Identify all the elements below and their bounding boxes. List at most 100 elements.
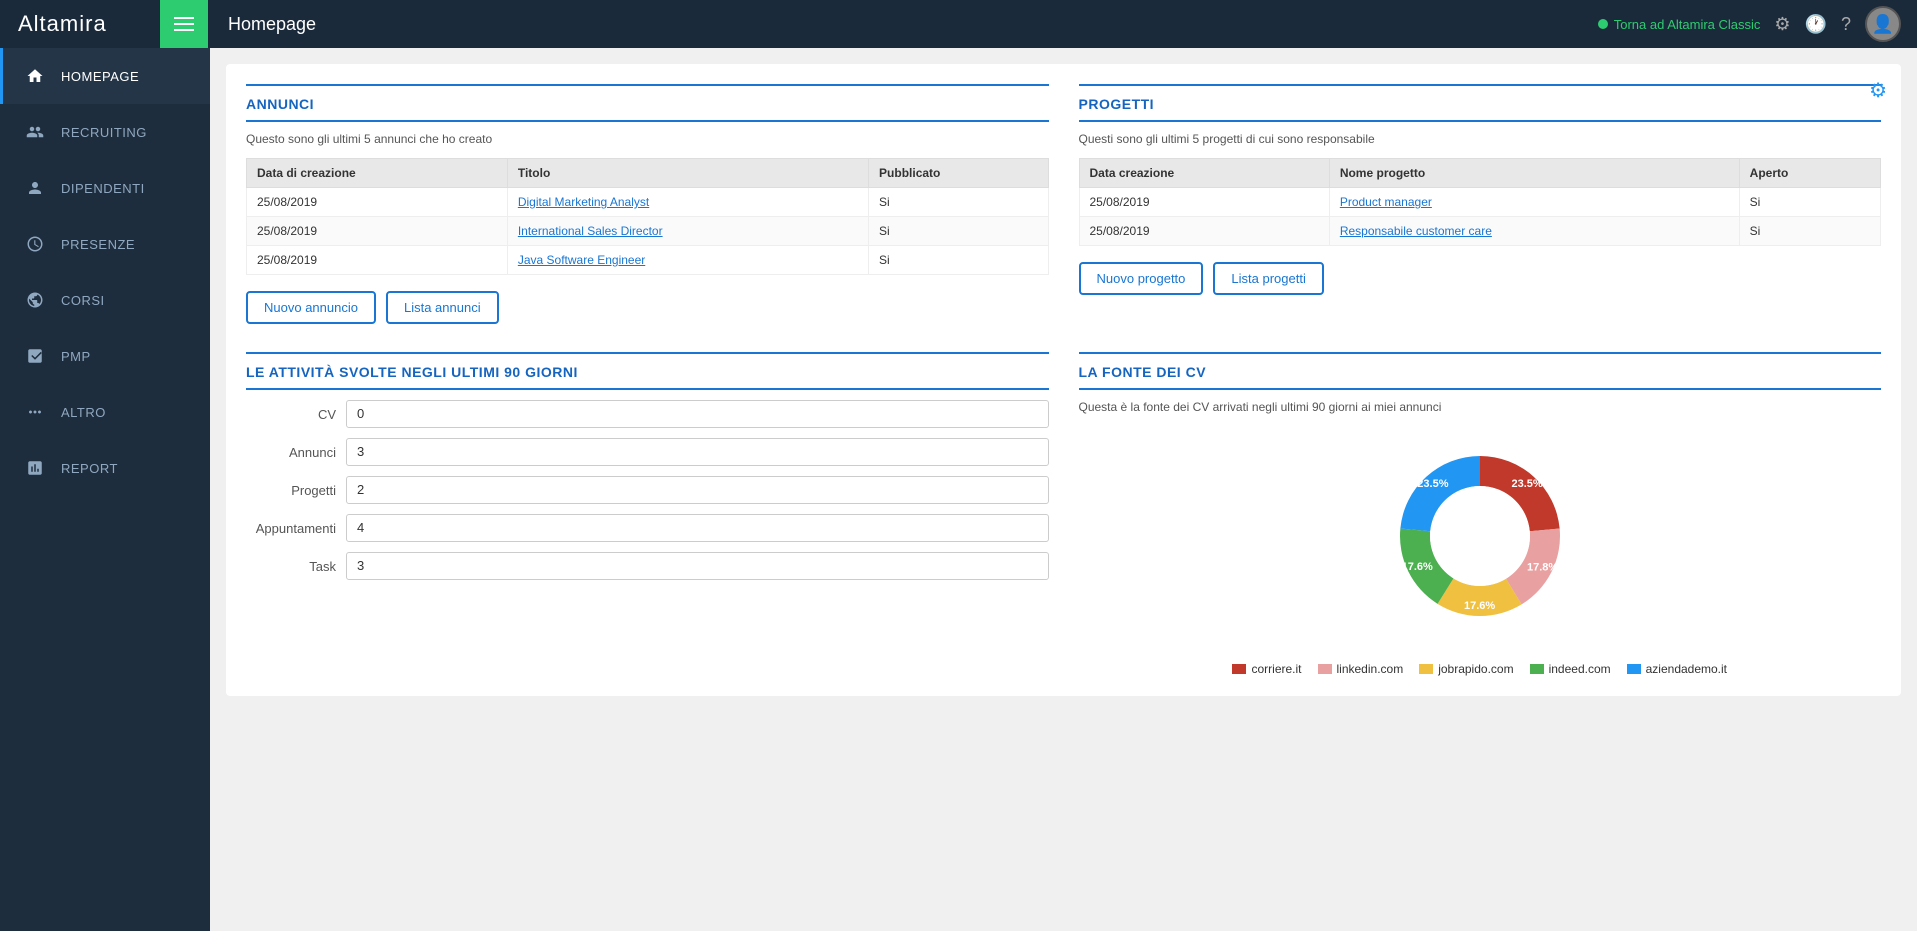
legend-item: corriere.it [1232, 662, 1301, 676]
legend-color-box [1530, 664, 1544, 674]
altro-icon [23, 400, 47, 424]
legend-item: linkedin.com [1318, 662, 1404, 676]
sidebar-label-corsi: Corsi [61, 293, 105, 308]
main-content: ⚙ ANNUNCI Questo sono gli ultimi 5 annun… [210, 48, 1917, 931]
annunci-buttons: Nuovo annuncio Lista annunci [246, 291, 1049, 324]
legend-label: corriere.it [1251, 662, 1301, 676]
activity-title: LE ATTIVITÀ SVOLTE NEGLI ULTIMI 90 GIORN… [246, 364, 1049, 390]
sidebar-item-homepage[interactable]: Homepage [0, 48, 210, 104]
classic-dot [1598, 19, 1608, 29]
table-row: 25/08/2019 Responsabile customer care Si [1079, 217, 1881, 246]
presenze-icon [23, 232, 47, 256]
sidebar-label-presenze: Presenze [61, 237, 135, 252]
activity-label: CV [246, 407, 346, 422]
progetti-open: Si [1739, 217, 1880, 246]
legend-color-box [1419, 664, 1433, 674]
progetti-name-cell: Product manager [1329, 188, 1739, 217]
sidebar-item-dipendenti[interactable]: Dipendenti [0, 160, 210, 216]
sidebar-item-report[interactable]: Report [0, 440, 210, 496]
progetti-col-name: Nome progetto [1329, 159, 1739, 188]
bottom-two-col: LE ATTIVITÀ SVOLTE NEGLI ULTIMI 90 GIORN… [246, 352, 1881, 676]
home-icon [23, 64, 47, 88]
legend-color-box [1318, 664, 1332, 674]
annunci-section: ANNUNCI Questo sono gli ultimi 5 annunci… [246, 84, 1049, 324]
pmp-icon [23, 344, 47, 368]
lista-progetti-button[interactable]: Lista progetti [1213, 262, 1323, 295]
annunci-subtitle: Questo sono gli ultimi 5 annunci che ho … [246, 132, 1049, 146]
activity-section: LE ATTIVITÀ SVOLTE NEGLI ULTIMI 90 GIORN… [246, 352, 1049, 676]
classic-link[interactable]: Torna ad Altamira Classic [1598, 17, 1761, 32]
table-row: 25/08/2019 Digital Marketing Analyst Si [247, 188, 1049, 217]
activity-label: Task [246, 559, 346, 574]
annunci-title-cell: Digital Marketing Analyst [507, 188, 868, 217]
progetti-name-cell: Responsabile customer care [1329, 217, 1739, 246]
annunci-date: 25/08/2019 [247, 188, 508, 217]
annunci-published: Si [869, 246, 1048, 275]
sidebar-item-presenze[interactable]: Presenze [0, 216, 210, 272]
progetti-col-open: Aperto [1739, 159, 1880, 188]
annunci-link[interactable]: Java Software Engineer [518, 253, 645, 267]
sidebar-label-recruiting: Recruiting [61, 125, 147, 140]
sidebar: Homepage Recruiting Dipendenti Presenze … [0, 48, 210, 931]
progetti-open: Si [1739, 188, 1880, 217]
nuovo-annuncio-button[interactable]: Nuovo annuncio [246, 291, 376, 324]
annunci-link[interactable]: International Sales Director [518, 224, 663, 238]
sidebar-label-pmp: PMP [61, 349, 91, 364]
annunci-date: 25/08/2019 [247, 246, 508, 275]
cv-source-subtitle: Questa è la fonte dei CV arrivati negli … [1079, 400, 1882, 414]
donut-label: 17.6% [1464, 600, 1495, 612]
legend-label: aziendademo.it [1646, 662, 1727, 676]
annunci-link[interactable]: Digital Marketing Analyst [518, 195, 649, 209]
donut-legend: corriere.it linkedin.com jobrapido.com i… [1232, 662, 1727, 676]
gear-icon[interactable]: ⚙ [1774, 14, 1790, 35]
activity-row: Appuntamenti 4 [246, 514, 1049, 542]
annunci-published: Si [869, 217, 1048, 246]
sidebar-item-corsi[interactable]: Corsi [0, 272, 210, 328]
nuovo-progetto-button[interactable]: Nuovo progetto [1079, 262, 1204, 295]
table-row: 25/08/2019 Product manager Si [1079, 188, 1881, 217]
donut-chart: 23.5% 17.8% 17.6% 17.6% 23.5% [1370, 426, 1590, 646]
sidebar-label-dipendenti: Dipendenti [61, 181, 145, 196]
progetti-link[interactable]: Responsabile customer care [1340, 224, 1492, 238]
settings-gear-icon[interactable]: ⚙ [1869, 78, 1887, 103]
top-two-col: ANNUNCI Questo sono gli ultimi 5 annunci… [246, 84, 1881, 324]
lista-annunci-button[interactable]: Lista annunci [386, 291, 499, 324]
help-icon[interactable]: ? [1841, 14, 1851, 35]
activity-label: Annunci [246, 445, 346, 460]
table-row: 25/08/2019 Java Software Engineer Si [247, 246, 1049, 275]
legend-label: indeed.com [1549, 662, 1611, 676]
legend-color-box [1627, 664, 1641, 674]
activity-value: 4 [346, 514, 1049, 542]
donut-label: 17.8% [1527, 561, 1558, 573]
donut-label: 23.5% [1511, 478, 1542, 490]
progetti-title: PROGETTI [1079, 96, 1882, 122]
progetti-link[interactable]: Product manager [1340, 195, 1432, 209]
page-title: Homepage [208, 14, 1598, 35]
annunci-col-published: Pubblicato [869, 159, 1048, 188]
activity-value: 0 [346, 400, 1049, 428]
donut-label: 23.5% [1417, 478, 1448, 490]
avatar[interactable]: 👤 [1865, 6, 1901, 42]
sidebar-item-pmp[interactable]: PMP [0, 328, 210, 384]
sidebar-item-altro[interactable]: Altro [0, 384, 210, 440]
classic-label: Torna ad Altamira Classic [1614, 17, 1761, 32]
annunci-date: 25/08/2019 [247, 217, 508, 246]
logo-text: Altamira [18, 11, 107, 37]
content-card: ⚙ ANNUNCI Questo sono gli ultimi 5 annun… [226, 64, 1901, 696]
cv-source-section: LA FONTE DEI CV Questa è la fonte dei CV… [1079, 352, 1882, 676]
activity-row: Annunci 3 [246, 438, 1049, 466]
sidebar-label-report: Report [61, 461, 118, 476]
activity-value: 3 [346, 552, 1049, 580]
progetti-date: 25/08/2019 [1079, 217, 1329, 246]
donut-label: 17.6% [1401, 561, 1432, 573]
legend-label: jobrapido.com [1438, 662, 1513, 676]
annunci-title-cell: International Sales Director [507, 217, 868, 246]
donut-chart-container: 23.5% 17.8% 17.6% 17.6% 23.5% corriere.it li… [1079, 426, 1882, 676]
progetti-buttons: Nuovo progetto Lista progetti [1079, 262, 1882, 295]
sidebar-item-recruiting[interactable]: Recruiting [0, 104, 210, 160]
donut-center [1430, 486, 1530, 586]
hamburger-button[interactable] [160, 0, 208, 48]
corsi-icon [23, 288, 47, 312]
clock-icon[interactable]: 🕐 [1805, 14, 1827, 35]
dipendenti-icon [23, 176, 47, 200]
